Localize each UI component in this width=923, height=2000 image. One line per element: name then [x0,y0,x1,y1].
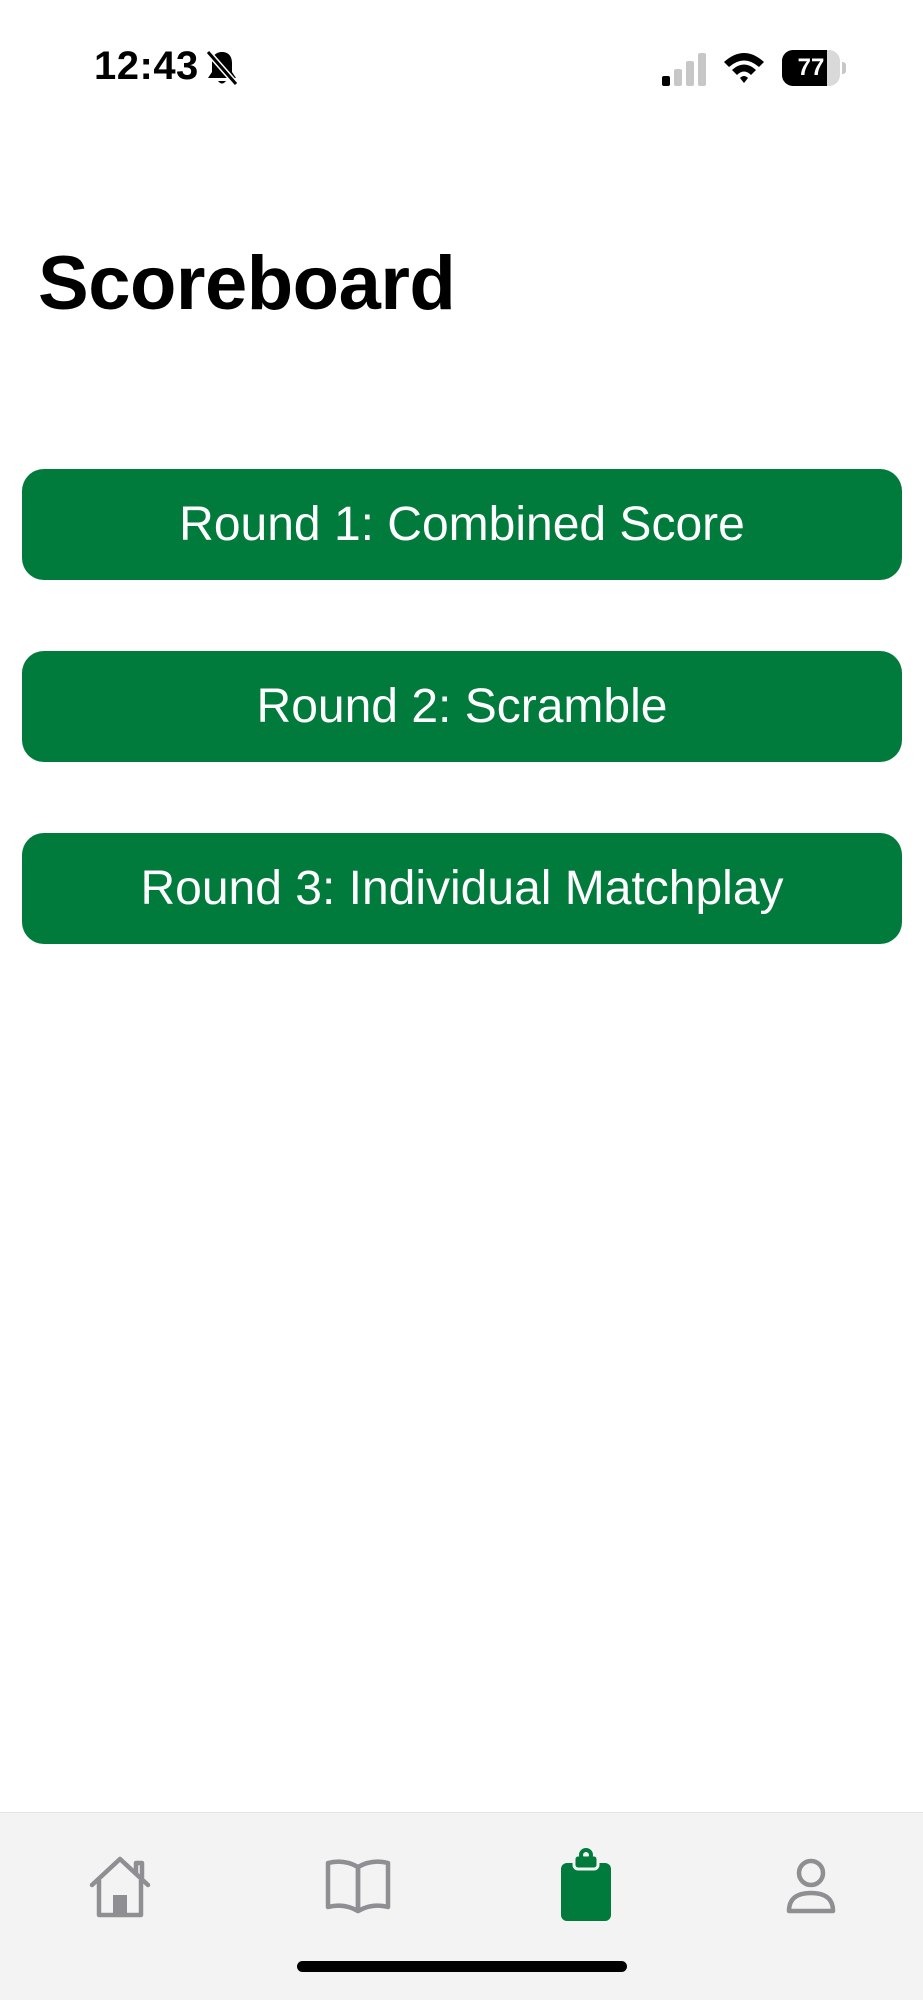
round-3-button[interactable]: Round 3: Individual Matchplay [22,833,902,944]
status-bar: 12:43 77 [0,0,923,140]
round-2-button[interactable]: Round 2: Scramble [22,651,902,762]
battery-icon: 77 [782,50,846,86]
page-title: Scoreboard [38,241,456,326]
bell-slash-icon [204,48,240,88]
status-time: 12:43 [94,44,199,88]
tab-profile[interactable] [771,1845,851,1925]
home-icon [89,1856,151,1918]
tab-book[interactable] [318,1845,398,1925]
battery-level: 77 [797,54,825,81]
book-icon [325,1859,391,1914]
person-icon [786,1858,836,1914]
tab-home[interactable] [80,1845,160,1925]
wifi-icon [722,50,766,84]
tab-scoreboard[interactable] [546,1845,626,1925]
cellular-signal-icon [660,52,710,86]
clipboard-icon [561,1848,611,1921]
round-1-button[interactable]: Round 1: Combined Score [22,469,902,580]
home-indicator [297,1961,627,1972]
